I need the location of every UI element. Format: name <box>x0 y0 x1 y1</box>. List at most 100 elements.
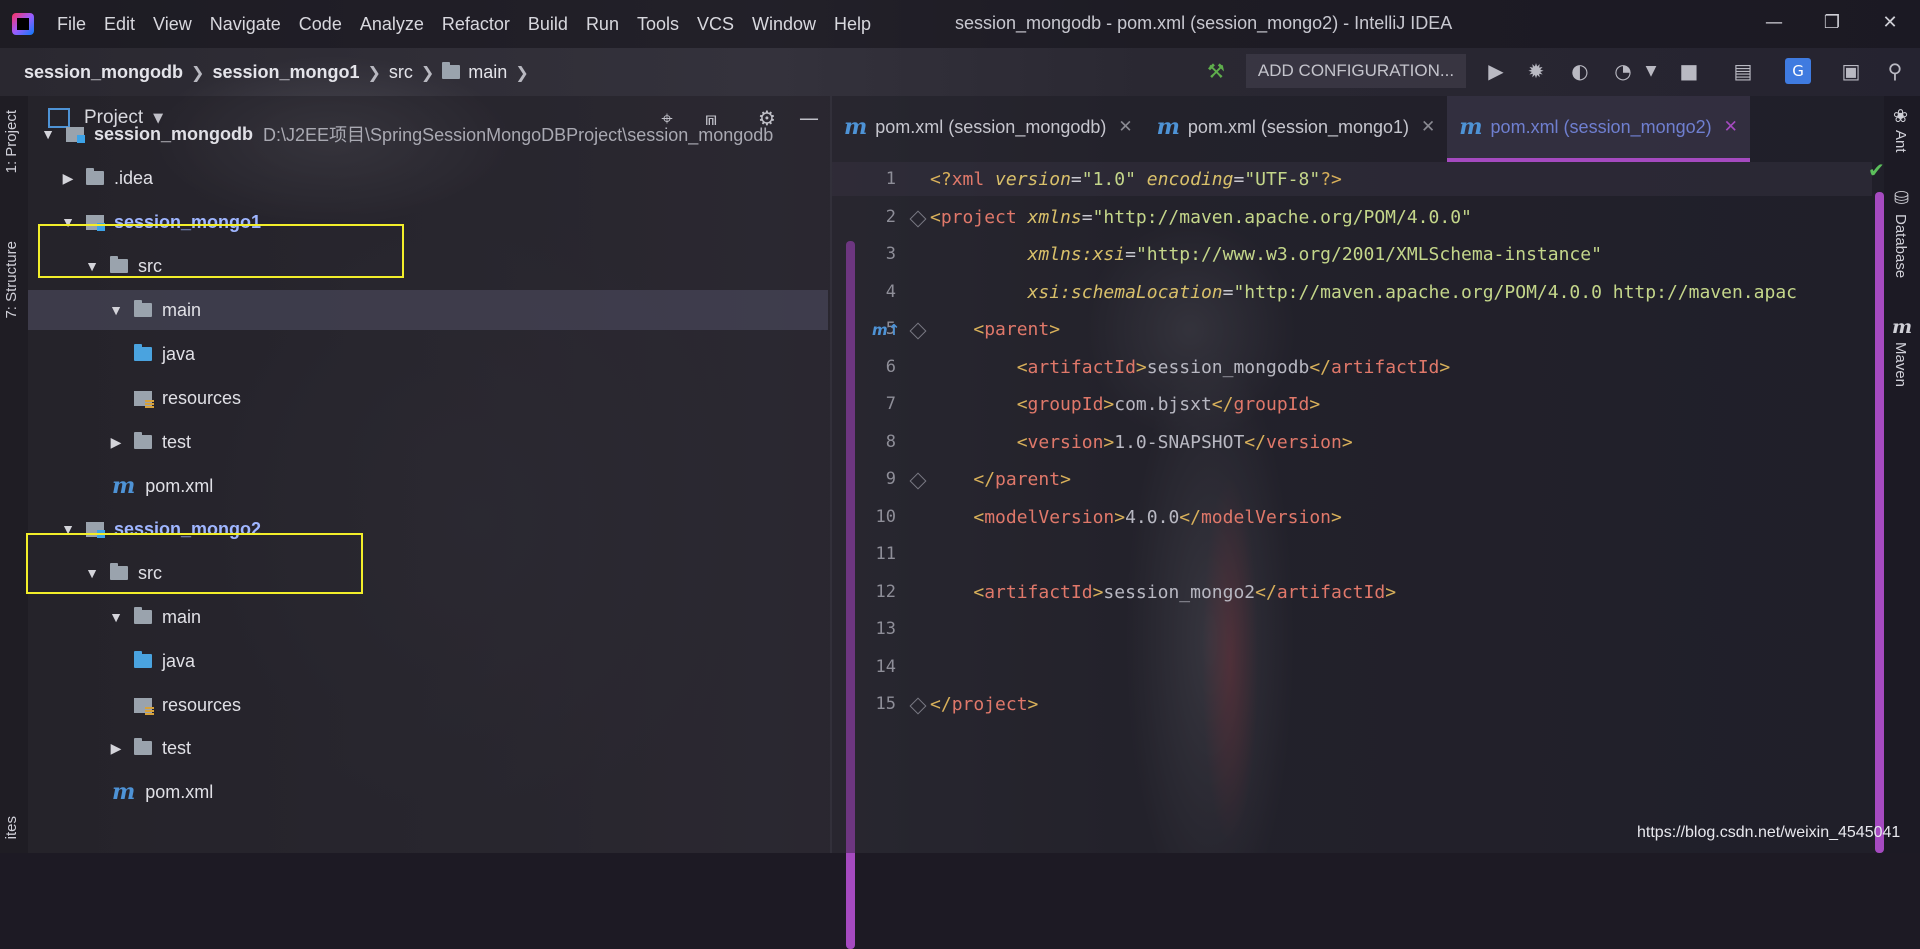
code-line[interactable]: <parent> <box>930 319 1060 340</box>
line-number: 2 <box>885 206 896 227</box>
tool-tab-database[interactable]: Database <box>1892 214 1909 278</box>
menu-navigate[interactable]: Navigate <box>201 14 290 35</box>
breadcrumb-item-src[interactable]: src <box>389 62 413 83</box>
project-structure-icon[interactable]: ▤ <box>1730 58 1756 84</box>
watermark-text: https://blog.csdn.net/weixin_4545041 <box>1637 824 1901 841</box>
menu-view[interactable]: View <box>144 14 201 35</box>
code-line[interactable]: <project xmlns="http://maven.apache.org/… <box>930 207 1472 228</box>
folder-icon <box>442 62 461 79</box>
folder-icon <box>134 738 152 755</box>
chevron-right-icon: ❯ <box>515 62 529 82</box>
tree-label: java <box>162 650 196 671</box>
tree-row-java[interactable]: java <box>28 641 828 681</box>
code-line[interactable]: <version>1.0-SNAPSHOT</version> <box>930 432 1353 453</box>
code-line[interactable]: </project> <box>930 694 1038 715</box>
tree-row-resources[interactable]: resources <box>28 378 828 418</box>
menu-build[interactable]: Build <box>519 14 577 35</box>
tab-pom-session-mongodb[interactable]: m pom.xml (session_mongodb) ✕ <box>832 96 1145 158</box>
close-window-button[interactable]: ✕ <box>1870 8 1910 38</box>
menu-analyze[interactable]: Analyze <box>351 14 433 35</box>
folder-icon <box>134 300 152 317</box>
stop-icon[interactable]: ■ <box>1676 58 1702 84</box>
menu-window[interactable]: Window <box>743 14 825 35</box>
tool-tab-ant[interactable]: Ant <box>1892 130 1909 153</box>
line-number: 15 <box>875 694 896 714</box>
code-line[interactable]: xsi:schemaLocation="http://maven.apache.… <box>930 282 1797 303</box>
menu-vcs[interactable]: VCS <box>688 14 743 35</box>
chevron-right-icon: ❯ <box>191 62 205 82</box>
expand-arrow-icon[interactable]: ▼ <box>106 302 126 318</box>
menu-edit[interactable]: Edit <box>95 14 144 35</box>
code-content[interactable]: <?xml version="1.0" encoding="UTF-8"?> <p… <box>930 162 1870 853</box>
maven-parent-gutter-icon[interactable]: m↑ <box>872 321 900 339</box>
tool-tab-structure[interactable]: 7: Structure <box>3 241 20 319</box>
collapsed-arrow-icon[interactable]: ▶ <box>106 740 126 757</box>
line-number-gutter: 1 2 3 4 5 6 7 8 9 10 11 12 13 14 15 <box>832 162 922 853</box>
tree-row-pom[interactable]: m pom.xml <box>28 466 828 506</box>
close-tab-icon[interactable]: ✕ <box>1421 117 1435 137</box>
tree-row-java[interactable]: java <box>28 334 828 374</box>
coverage-icon[interactable]: ◐ <box>1567 58 1593 84</box>
code-line[interactable]: xmlns:xsi="http://www.w3.org/2001/XMLSch… <box>930 244 1602 265</box>
restore-button[interactable]: ❐ <box>1812 8 1852 38</box>
right-tool-stripe: ❀ Ant ⛁ Database m Maven <box>1884 96 1920 853</box>
menu-help[interactable]: Help <box>825 14 880 35</box>
tree-label: session_mongodb <box>94 123 254 144</box>
breadcrumb: session_mongodb ❯ session_mongo1 ❯ src ❯… <box>24 62 537 83</box>
breadcrumb-item-main[interactable]: main <box>468 62 507 83</box>
tree-row-resources[interactable]: resources <box>28 685 828 725</box>
menu-tools[interactable]: Tools <box>628 14 688 35</box>
expand-arrow-icon[interactable]: ▼ <box>38 126 58 142</box>
code-line[interactable]: <groupId>com.bjsxt</groupId> <box>930 394 1320 415</box>
tree-label: pom.xml <box>145 781 214 802</box>
code-line[interactable]: <?xml version="1.0" encoding="UTF-8"?> <box>930 169 1342 190</box>
menu-run[interactable]: Run <box>577 14 628 35</box>
tool-tab-maven[interactable]: Maven <box>1892 342 1909 387</box>
collapsed-arrow-icon[interactable]: ▶ <box>58 170 78 187</box>
line-number: 9 <box>885 469 896 489</box>
terminal-window-icon[interactable]: ▣ <box>1838 58 1864 84</box>
debug-icon[interactable]: ✹ <box>1523 58 1549 84</box>
tree-row-main[interactable]: ▼ main <box>28 597 828 637</box>
close-tab-icon[interactable]: ✕ <box>1118 117 1132 137</box>
project-panel: Project ▼ ⌖ ⩎ ⚙ — ▼ session_mongodb D:\J… <box>28 96 855 949</box>
menu-refactor[interactable]: Refactor <box>433 14 519 35</box>
search-icon[interactable]: ⚲ <box>1882 58 1908 84</box>
breadcrumb-item-project[interactable]: session_mongodb <box>24 62 183 83</box>
minimize-button[interactable]: — <box>1754 8 1794 38</box>
folder-icon <box>86 168 104 185</box>
code-line[interactable]: </parent> <box>930 469 1071 490</box>
code-line[interactable]: <artifactId>session_mongodb</artifactId> <box>930 357 1451 378</box>
chevron-down-icon[interactable]: ▼ <box>1638 58 1664 84</box>
ant-icon: ❀ <box>1893 106 1909 127</box>
breadcrumb-item-module[interactable]: session_mongo1 <box>212 62 359 83</box>
tab-pom-session-mongo2[interactable]: m pom.xml (session_mongo2) ✕ <box>1447 96 1750 162</box>
close-tab-icon[interactable]: ✕ <box>1724 117 1738 137</box>
tree-row-main-selected[interactable]: ▼ main <box>28 290 828 330</box>
code-line[interactable]: <artifactId>session_mongo2</artifactId> <box>930 582 1396 603</box>
chevron-right-icon: ❯ <box>420 62 435 82</box>
tool-tab-favorites[interactable]: ites <box>3 816 20 839</box>
menu-code[interactable]: Code <box>290 14 351 35</box>
build-hammer-icon[interactable]: ⚒ <box>1203 58 1229 84</box>
run-configuration-select[interactable]: ADD CONFIGURATION... <box>1246 54 1466 88</box>
editor-tabs: m pom.xml (session_mongodb) ✕ m pom.xml … <box>832 96 1884 162</box>
code-line[interactable]: <modelVersion>4.0.0</modelVersion> <box>930 507 1342 528</box>
tree-row-test[interactable]: ▶ test <box>28 422 828 462</box>
editor-scrollbar[interactable] <box>1875 192 1884 853</box>
tab-pom-session-mongo1[interactable]: m pom.xml (session_mongo1) ✕ <box>1145 96 1448 158</box>
tree-row-pom[interactable]: m pom.xml <box>28 772 828 812</box>
menu-file[interactable]: File <box>48 14 95 35</box>
maven-icon: m <box>1892 316 1913 338</box>
tree-row-project-root[interactable]: ▼ session_mongodb D:\J2EE项目\SpringSessio… <box>28 114 828 154</box>
profile-icon[interactable]: ◔ <box>1610 58 1636 84</box>
collapsed-arrow-icon[interactable]: ▶ <box>106 434 126 451</box>
tool-tab-project[interactable]: 1: Project <box>3 110 20 173</box>
chevron-right-icon: ❯ <box>367 62 381 82</box>
tree-row-test[interactable]: ▶ test <box>28 728 828 768</box>
expand-arrow-icon[interactable]: ▼ <box>106 609 126 625</box>
translate-icon[interactable]: G <box>1785 58 1811 84</box>
run-icon[interactable]: ▶ <box>1483 58 1509 84</box>
tree-label: pom.xml <box>145 475 214 496</box>
tree-row-idea[interactable]: ▶ .idea <box>28 158 828 198</box>
